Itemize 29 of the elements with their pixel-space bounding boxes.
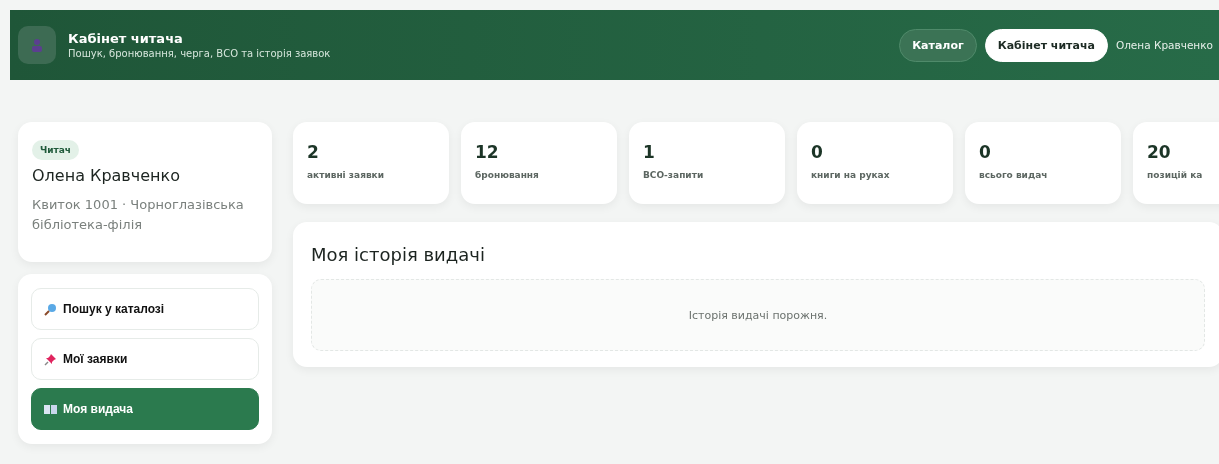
app-subtitle: Пошук, бронювання, черга, ВСО та історія заявок [68,48,331,59]
user-name: Олена Кравченко [1115,39,1214,51]
reader-details: Квиток 1001 · Чорноглазівська бібліотека-філія [32,196,245,234]
user-icon [18,26,56,64]
stat-value: 0 [979,142,992,162]
reader-name: Олена Кравченко [32,166,181,185]
stat-value: 2 [307,142,320,162]
stat-value: 0 [811,142,824,162]
nav-tab[interactable]: Кабінет читача [984,28,1108,62]
book-icon [44,403,57,415]
section-title: Моя історія видачі [311,244,486,265]
empty-state: Історія видачі порожня. [311,279,1205,351]
stat-label: активні заявки [307,170,386,180]
stat-label: книги на руках [811,170,891,180]
menu-item[interactable]: Пошук у каталозі [31,288,259,330]
stat-label: бронювання [475,170,540,180]
stat-value: 12 [475,142,500,162]
stat-label: позицій ка [1147,170,1204,180]
role-badge: Читач [32,140,80,160]
pushpin-icon [44,352,57,366]
nav-tab[interactable]: Каталог [899,28,977,62]
stat-value: 20 [1147,142,1172,162]
menu-item[interactable]: Моя видача [31,388,259,430]
stat-value: 1 [643,142,656,162]
stat-label: ВСО-запити [643,170,705,180]
stat-label: всього видач [979,170,1049,180]
magnifier-icon [44,302,57,316]
menu-item[interactable]: Мої заявки [31,338,259,380]
app-title: Кабінет читача [68,31,184,46]
